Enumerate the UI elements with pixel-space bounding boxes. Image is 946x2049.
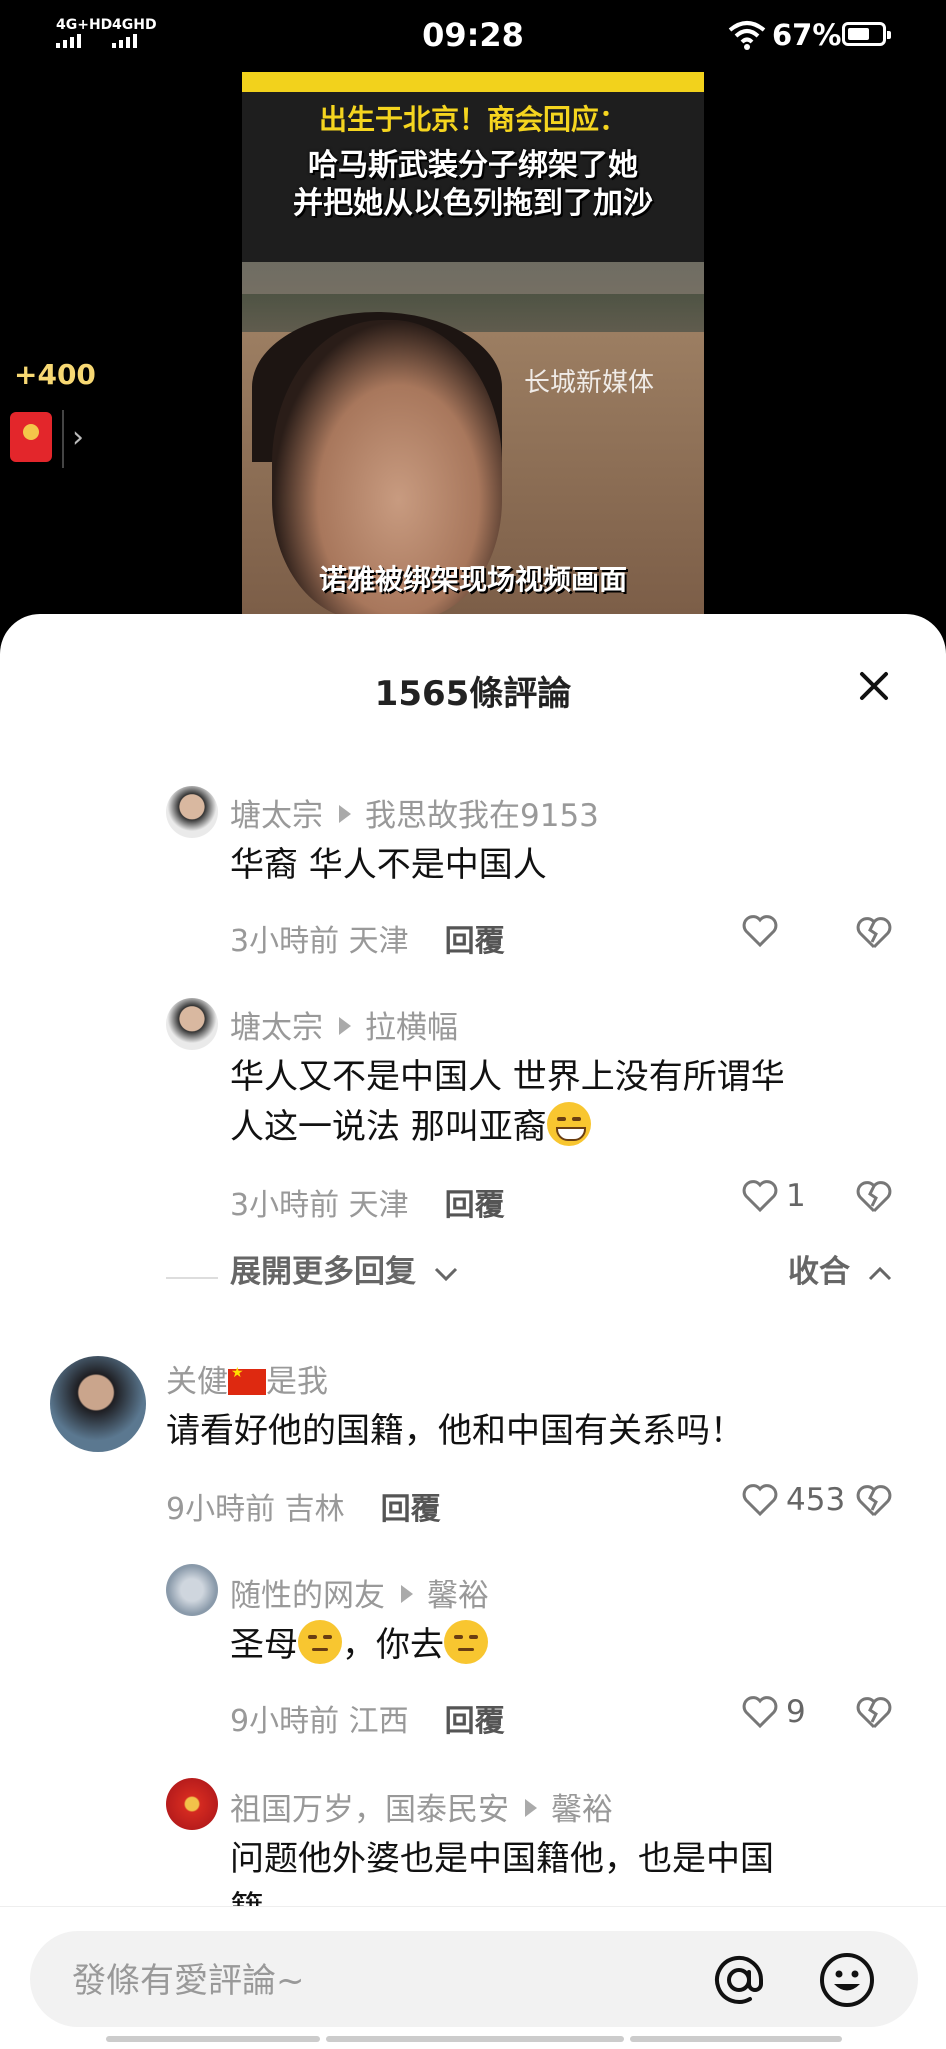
comment-input-bar: 發條有愛評論~ <box>0 1906 946 2049</box>
reply-arrow-icon <box>525 1799 537 1817</box>
reply-button[interactable]: 回覆 <box>381 1492 441 1527</box>
heart-icon <box>742 1180 778 1213</box>
reply-button[interactable]: 回覆 <box>445 1704 505 1739</box>
video-player[interactable]: 出生于北京！商会回应： 哈马斯武装分子绑架了她 并把她从以色列拖到了加沙 长城新… <box>242 72 704 632</box>
unamused-emoji-icon <box>298 1620 342 1664</box>
heart-icon <box>742 915 778 948</box>
comment-author[interactable]: 塘太宗 拉横幅 <box>230 1002 458 1047</box>
dislike-icon[interactable] <box>856 916 892 950</box>
comment-meta: 9小時前 吉林 回覆 <box>166 1492 441 1527</box>
chevron-up-icon <box>868 1266 891 1281</box>
like-button[interactable]: 9 <box>742 1694 806 1730</box>
reward-amount: +400 <box>14 358 96 391</box>
reply-button[interactable]: 回覆 <box>445 924 505 959</box>
video-top-banner <box>242 72 704 92</box>
expand-replies-button[interactable]: 展開更多回复 <box>230 1246 459 1291</box>
comment-text: 请看好他的国籍，他和中国有关系吗！ <box>166 1411 744 1451</box>
video-title-line1: 出生于北京！商会回应： <box>318 103 627 136</box>
video-watermark: 长城新媒体 <box>524 368 655 398</box>
emoji-icon[interactable] <box>818 1951 876 2009</box>
dislike-icon[interactable] <box>856 1484 892 1518</box>
comment-meta: 3小時前 天津 回覆 <box>230 924 505 959</box>
status-bar: 4G+HD 4GHD 09:28 67% <box>0 0 946 70</box>
china-flag-icon <box>228 1365 266 1395</box>
like-button[interactable]: 1 <box>742 1178 806 1214</box>
dislike-icon[interactable] <box>856 1180 892 1214</box>
avatar[interactable] <box>166 786 218 838</box>
comment-meta: 9小時前 江西 回覆 <box>230 1704 505 1739</box>
comment-author[interactable]: 塘太宗 我思故我在9153 <box>230 790 599 835</box>
comment-text: 华裔 华人不是中国人 <box>230 845 547 885</box>
collapse-replies-button[interactable]: 收合 <box>788 1246 893 1291</box>
grin-emoji-icon <box>546 1102 591 1146</box>
comment-text: 华人又不是中国人 世界上没有所谓华 人这一说法 那叫亚裔 <box>230 1057 785 1147</box>
like-count: 453 <box>786 1482 846 1518</box>
chevron-down-icon <box>434 1267 457 1282</box>
comment-meta: 3小時前 天津 回覆 <box>230 1188 505 1223</box>
comments-count-title: 1565條評論 <box>374 674 572 714</box>
heart-icon <box>742 1484 778 1517</box>
like-button[interactable]: 453 <box>742 1482 845 1518</box>
comment-input-placeholder: 發條有愛評論~ <box>72 1961 305 2001</box>
comment-text: 圣母 ，你去 <box>230 1620 488 1670</box>
avatar[interactable] <box>166 1564 218 1616</box>
reply-arrow-icon <box>339 805 351 823</box>
like-count: 9 <box>786 1694 806 1730</box>
reply-arrow-icon <box>339 1017 351 1035</box>
like-button[interactable] <box>742 914 778 948</box>
unamused-emoji-icon <box>444 1620 488 1664</box>
avatar[interactable] <box>50 1356 146 1452</box>
video-title-line3: 并把她从以色列拖到了加沙 <box>293 186 653 221</box>
chevron-right-icon[interactable]: › <box>72 420 84 455</box>
close-icon[interactable] <box>852 664 896 708</box>
comment-author[interactable]: 随性的网友 馨裕 <box>230 1570 489 1615</box>
avatar[interactable] <box>166 998 218 1050</box>
battery-icon <box>842 22 891 46</box>
home-indicator <box>106 2036 320 2042</box>
mention-icon[interactable] <box>710 1951 768 2009</box>
battery-percent: 67% <box>772 18 842 52</box>
comments-sheet: 1565條評論 塘太宗 我思故我在9153 华裔 华人不是中国人 3小時前 天津回… <box>0 614 946 2048</box>
comment-author[interactable]: 关健是我 <box>166 1356 328 1401</box>
like-count: 1 <box>786 1178 806 1214</box>
comment-author[interactable]: 祖国万岁，国泰民安 馨裕 <box>230 1784 613 1829</box>
wifi-icon <box>728 21 766 50</box>
video-caption: 诺雅被绑架现场视频画面 <box>318 563 627 596</box>
avatar[interactable] <box>166 1778 218 1830</box>
dislike-icon[interactable] <box>856 1696 892 1730</box>
reply-arrow-icon <box>401 1585 413 1603</box>
heart-icon <box>742 1696 778 1729</box>
red-packet-icon[interactable] <box>10 412 52 462</box>
reply-button[interactable]: 回覆 <box>445 1188 505 1223</box>
